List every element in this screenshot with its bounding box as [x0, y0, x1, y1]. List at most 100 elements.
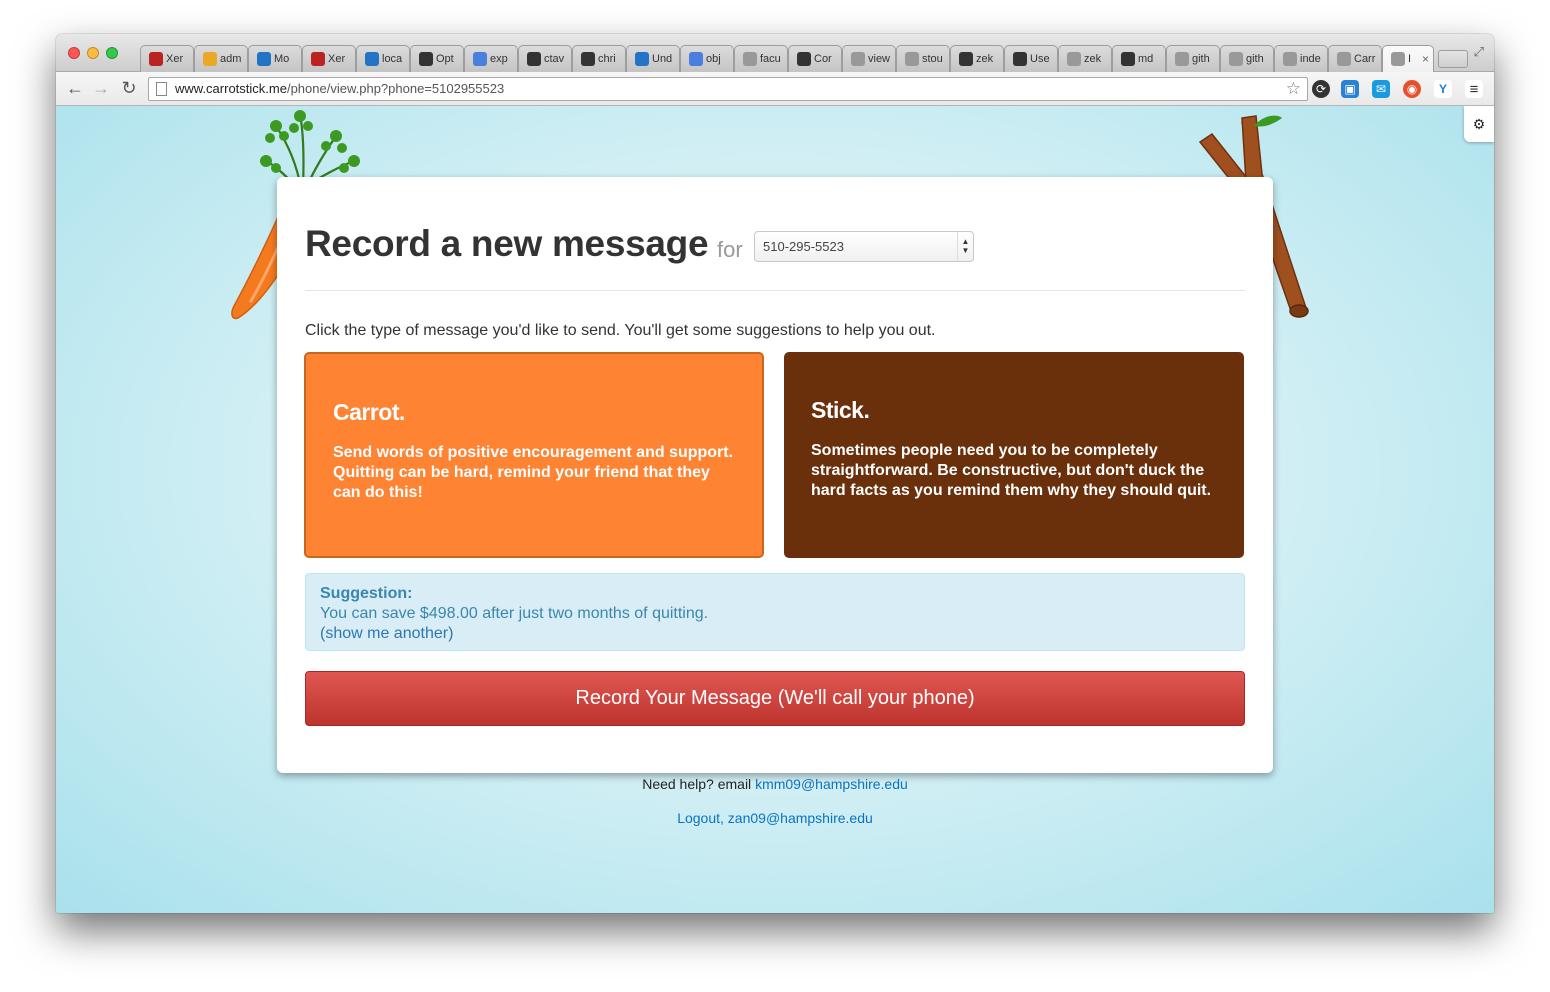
suggestion-text: You can save $498.00 after just two mont… — [320, 605, 709, 622]
tab-favicon-icon — [473, 52, 487, 66]
browser-tab[interactable]: view — [842, 45, 896, 72]
tab-favicon-icon — [257, 52, 271, 66]
stick-option-button[interactable]: Stick. Sometimes people need you to be c… — [784, 352, 1244, 558]
tab-favicon-icon — [851, 52, 865, 66]
minimize-window-button[interactable] — [87, 47, 99, 59]
color-extension-icon[interactable]: ◉ — [1403, 80, 1421, 98]
phone-select-value: 510-295-5523 — [763, 239, 844, 254]
for-label: for — [717, 237, 743, 262]
address-bar[interactable]: www.carrotstick.me/phone/view.php?phone=… — [148, 77, 1308, 101]
tab-label: zek — [976, 53, 994, 65]
settings-gear-icon[interactable]: ⚙ — [1464, 106, 1494, 142]
tab-label: Carr — [1354, 53, 1376, 65]
tab-favicon-icon — [149, 52, 163, 66]
browser-tab[interactable]: adm — [194, 45, 248, 72]
tab-label: Mo — [274, 53, 290, 65]
tab-label: loca — [382, 53, 403, 65]
browser-tab[interactable]: chri — [572, 45, 626, 72]
browser-tab[interactable]: zek — [1058, 45, 1112, 72]
close-window-button[interactable] — [68, 47, 80, 59]
browser-tab[interactable]: ctav — [518, 45, 572, 72]
tab-label: obj — [706, 53, 721, 65]
tab-favicon-icon — [203, 52, 217, 66]
tab-label: exp — [490, 53, 508, 65]
browser-tab[interactable]: gith — [1220, 45, 1274, 72]
tab-label: view — [868, 53, 891, 65]
sync-extension-icon[interactable]: ⟳ — [1312, 80, 1330, 98]
suggestion-box: Suggestion: You can save $498.00 after j… — [305, 573, 1245, 651]
tab-favicon-icon — [1337, 52, 1351, 66]
browser-tab[interactable]: Carr — [1328, 45, 1382, 72]
browser-tab[interactable]: stou — [896, 45, 950, 72]
browser-tab[interactable]: Use — [1004, 45, 1058, 72]
back-button[interactable]: ← — [64, 78, 86, 99]
browser-tab[interactable]: zek — [950, 45, 1004, 72]
tab-label: gith — [1246, 53, 1264, 65]
browser-tab[interactable]: Und — [626, 45, 680, 72]
tab-label: ctav — [544, 53, 565, 65]
tab-favicon-icon — [959, 52, 973, 66]
browser-tab[interactable]: Xer — [140, 45, 194, 72]
fullscreen-icon[interactable]: ⤢ — [1474, 44, 1484, 60]
browser-tab[interactable]: md — [1112, 45, 1166, 72]
tab-label: inde — [1300, 53, 1321, 65]
browser-tab[interactable]: facu — [734, 45, 788, 72]
bookmark-star-icon[interactable]: ☆ — [1286, 78, 1301, 100]
show-another-link[interactable]: (show me another) — [320, 624, 1230, 644]
tab-favicon-icon — [743, 52, 757, 66]
new-tab-button[interactable] — [1438, 50, 1468, 68]
tab-favicon-icon — [797, 52, 811, 66]
browser-tab[interactable]: obj — [680, 45, 734, 72]
browser-tab[interactable]: gith — [1166, 45, 1220, 72]
tab-favicon-icon — [419, 52, 433, 66]
tab-favicon-icon — [905, 52, 919, 66]
browser-tab[interactable]: Cor — [788, 45, 842, 72]
tab-favicon-icon — [1229, 52, 1243, 66]
page-title: Record a new message — [305, 223, 709, 264]
browser-tab[interactable]: inde — [1274, 45, 1328, 72]
url-domain: www.carrotstick.me — [175, 81, 287, 96]
browser-tab[interactable]: Opt — [410, 45, 464, 72]
menu-icon[interactable]: ≡ — [1465, 80, 1483, 98]
logout-link[interactable]: Logout, zan09@hampshire.edu — [56, 810, 1494, 826]
tab-label: Cor — [814, 53, 832, 65]
close-tab-icon[interactable]: × — [1422, 52, 1429, 66]
mail-extension-icon[interactable]: ✉ — [1372, 80, 1390, 98]
tab-favicon-icon — [689, 52, 703, 66]
browser-tab[interactable]: Xer — [302, 45, 356, 72]
page-icon — [156, 82, 167, 96]
carrot-option-button[interactable]: Carrot. Send words of positive encourage… — [304, 352, 764, 558]
browser-tab[interactable]: exp — [464, 45, 518, 72]
tab-favicon-icon — [1121, 52, 1135, 66]
forward-button[interactable]: → — [90, 78, 112, 99]
reload-button[interactable]: ↻ — [118, 78, 140, 99]
tab-label: facu — [760, 53, 781, 65]
browser-tab[interactable]: I × — [1382, 45, 1434, 72]
y-extension-icon[interactable]: Y — [1434, 80, 1452, 98]
footer-help-text: Need help? email — [642, 776, 752, 792]
tab-label: stou — [922, 53, 943, 65]
tab-label: Xer — [328, 53, 346, 65]
record-message-button[interactable]: Record Your Message (We'll call your pho… — [305, 671, 1245, 726]
page-viewport: ⚙ Record a new message for 510-295-5523 … — [56, 106, 1494, 913]
browser-tab[interactable]: Mo — [248, 45, 302, 72]
tab-label: Und — [652, 53, 673, 65]
tab-favicon-icon — [1067, 52, 1081, 66]
stick-description: Sometimes people need you to be complete… — [811, 442, 1212, 499]
tab-label: Xer — [166, 53, 184, 65]
phone-select[interactable]: 510-295-5523 ▲ ▼ — [754, 231, 974, 262]
tab-favicon-icon — [1283, 52, 1297, 66]
maximize-window-button[interactable] — [106, 47, 118, 59]
carrot-title: Carrot. — [333, 399, 405, 425]
screen-extension-icon[interactable]: ▣ — [1341, 80, 1359, 98]
tab-favicon-icon — [1175, 52, 1189, 66]
tab-favicon-icon — [365, 52, 379, 66]
tab-list: Xer adm Mo Xer loca Opt exp ctav chri Und obj facu C… — [140, 45, 1468, 72]
browser-toolbar: ← → ↻ www.carrotstick.me/phone/view.php?… — [56, 72, 1494, 106]
tab-label: I — [1408, 53, 1412, 65]
browser-tab[interactable]: loca — [356, 45, 410, 72]
help-email-link[interactable]: kmm09@hampshire.edu — [755, 776, 908, 792]
divider — [305, 290, 1245, 291]
tab-favicon-icon — [581, 52, 595, 66]
tab-favicon-icon — [311, 52, 325, 66]
